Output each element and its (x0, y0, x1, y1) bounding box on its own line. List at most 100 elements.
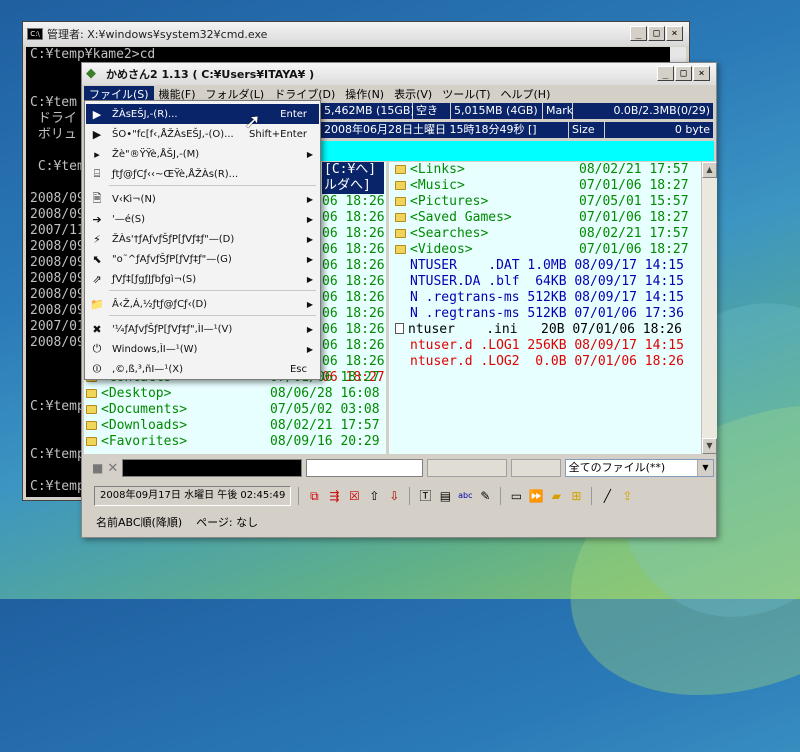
file-row[interactable]: ntuser .ini 20B 07/01/06 18:26 (395, 322, 682, 338)
mouse-cursor-icon: ➚ (244, 109, 261, 133)
move-icon[interactable]: ⇶ (326, 488, 342, 504)
minimize-button[interactable]: _ (657, 66, 674, 81)
console-line: C:¥temp (30, 399, 85, 414)
folder-icon (395, 181, 406, 190)
menu-item[interactable]: ヘルプ(H) (496, 86, 556, 103)
list-item[interactable]: 06 18:26 (322, 226, 385, 242)
folder-icon (395, 245, 406, 254)
menu-item[interactable]: ⚡ ŽÀs'†ƒAƒvƒŠƒP[ƒVƒ‡ƒ"—(D) ▶ (86, 229, 319, 249)
forward-icon[interactable]: ⏩ (528, 488, 544, 504)
menu-item[interactable]: ⏻ Windows,ÌI—¹(W) ▶ (86, 339, 319, 359)
menu-item[interactable]: ▶ ŠO•"fc[f‹‚ÅŽÀsEŠJ,-(O)... Shift+Enter (86, 124, 319, 144)
menu-item[interactable]: ⌸ ƒtƒ@ƒCƒ‹‹~ŒŸè,ÅŽÀs(R)... (86, 164, 319, 184)
file-row[interactable]: ntuser.d .LOG2 0.0B 07/01/06 18:26 (395, 354, 684, 370)
toolbar-separator (298, 487, 300, 505)
console-line: C:¥temp (30, 479, 85, 494)
file-row[interactable]: ntuser.d .LOG1 256KB 08/09/17 14:15 (395, 338, 684, 354)
list-item[interactable]: 06 18:26 (322, 210, 385, 226)
cmd-titlebar[interactable]: C:\ 管理者: X:¥windows¥system32¥cmd.exe (23, 22, 689, 46)
drive-icon[interactable]: ▭ (508, 488, 524, 504)
close-button[interactable]: × (693, 66, 710, 81)
folder-row[interactable]: <Documents> (86, 402, 187, 418)
copy-icon[interactable]: ⧉ (306, 488, 322, 504)
menu-item[interactable]: ➔ '—é(S) ▶ (86, 209, 319, 229)
list-item[interactable]: 06 18:26 (322, 306, 385, 322)
maximize-button[interactable]: □ (648, 26, 665, 41)
folder-name: <Music> (410, 178, 465, 193)
list-item[interactable]: 06 18:26 (322, 242, 385, 258)
parent-folder-link[interactable]: ルダへ] (322, 178, 384, 194)
file-row[interactable]: NTUSER .DAT 1.0MB 08/09/17 14:15 (395, 258, 684, 274)
menu-item[interactable]: ✖ '¼ƒAƒvƒŠƒP[ƒVƒ‡ƒ",ÌI—¹(V) ▶ (86, 319, 319, 339)
close-button[interactable]: × (666, 26, 683, 41)
menu-item[interactable]: 🗎 V‹Kì¬(N) ▶ (86, 189, 319, 209)
document-icon[interactable]: ▤ (437, 488, 453, 504)
file-row[interactable]: N .regtrans-ms 512KB 08/09/17 14:15 (395, 290, 684, 306)
maximize-button[interactable]: □ (675, 66, 692, 81)
delete-icon[interactable]: ☒ (346, 488, 362, 504)
cmd-window-buttons: _ □ × (630, 26, 683, 41)
file-filter-select[interactable]: 全てのファイル(**) ▼ (564, 459, 714, 477)
folder-row[interactable]: <Searches> (395, 226, 488, 242)
folder-row[interactable]: <Downloads> (86, 418, 187, 434)
file-scrollbar[interactable]: ▲ ▼ (701, 162, 717, 454)
menu-item[interactable]: 操作(N) (340, 86, 389, 103)
menu-item[interactable]: ⇗ ƒVƒ‡[ƒgƒJƒbƒgì¬(S) ▶ (86, 269, 319, 289)
menu-item[interactable]: ⬉ "o˜^ƒAƒvƒŠƒP[ƒVƒ‡ƒ"—(G) ▶ (86, 249, 319, 269)
folder-row[interactable]: <Saved Games> (395, 210, 512, 226)
menu-item[interactable]: 表示(V) (389, 86, 437, 103)
folder-icon[interactable]: ▰ (548, 488, 564, 504)
folder-row[interactable]: <Links> (395, 162, 465, 178)
timestamp-row: 2008年06月28日土曜日 15時18分49秒 [] Size 0 byte (321, 122, 714, 138)
console-line: 2007/11 (30, 223, 85, 238)
cancel-icon[interactable]: ✕ (107, 461, 118, 476)
edit-icon[interactable]: ✎ (477, 488, 493, 504)
file-row[interactable]: NTUSER.DA .blf 64KB 08/09/17 14:15 (395, 274, 684, 290)
folder-row[interactable]: <Videos> (395, 242, 473, 258)
right-file-pane[interactable]: <Links> 08/02/21 17:57 <Music> 07/01/06 18:… (389, 162, 701, 454)
file-row[interactable]: N .regtrans-ms 512KB 07/01/06 17:36 (395, 306, 684, 322)
console-line: C:¥temp¥kame2>cd (30, 47, 156, 62)
progress-box (427, 459, 507, 477)
menu-item[interactable]: ▶ ŽÀsEŠJ,-(R)... Enter (86, 104, 319, 124)
list-item[interactable]: 06 18:26 (322, 194, 385, 210)
list-item[interactable]: 06 18:26 (322, 338, 385, 354)
power-icon: ⏼ (92, 362, 102, 375)
list-item[interactable]: 06 18:26 (322, 290, 385, 306)
download-icon[interactable]: ⇩ (386, 488, 402, 504)
chevron-down-icon[interactable]: ▼ (697, 460, 713, 476)
folder-row[interactable]: <Music> (395, 178, 465, 194)
parent-root-link[interactable]: [C:¥へ] (322, 162, 384, 178)
folder-row[interactable]: <Pictures> (395, 194, 488, 210)
spellcheck-icon[interactable]: abc (457, 488, 473, 504)
folder-name: <Downloads> (101, 418, 188, 433)
menu-item[interactable]: ツール(T) (437, 86, 495, 103)
folder-icon (86, 437, 97, 446)
minimize-button[interactable]: _ (630, 26, 647, 41)
kame-titlebar[interactable]: ◆ かめさん2 1.13 ( C:¥Users¥ITAYA¥ ) (82, 63, 716, 85)
command-input[interactable] (305, 459, 424, 477)
menu-item[interactable]: 📁 Â‹Ž,Á,½ƒtƒ@ƒCƒ‹(D) ▶ (86, 294, 319, 314)
scroll-down-button[interactable]: ▼ (702, 438, 717, 454)
list-item[interactable]: 06 18:26 (322, 258, 385, 274)
history-icon: ⌸ (93, 167, 101, 180)
file-entry: NTUSER.DA .blf 64KB 08/09/17 14:15 (410, 274, 684, 289)
folder-date: 08/06/28 16:08 (270, 386, 380, 401)
text-icon[interactable]: 🅃 (417, 488, 433, 504)
tree-icon[interactable]: ⊞ (568, 488, 584, 504)
upload-icon[interactable]: ⇧ (366, 488, 382, 504)
shortcut-icon: ⇗ (92, 272, 102, 286)
scroll-up-button[interactable]: ▲ (702, 162, 717, 178)
stop-icon[interactable]: ■ (92, 461, 103, 475)
list-item[interactable]: 06 18:26 (322, 322, 385, 338)
list-item[interactable]: 06 18:26 (322, 274, 385, 290)
menu-item[interactable]: ▸ Žè"®ŸŸè,ÅŠJ,-(M) ▶ (86, 144, 319, 164)
list-item[interactable]: 06 18:26 (322, 354, 385, 370)
toolbar-separator (500, 487, 502, 505)
file-entry: N .regtrans-ms 512KB 08/09/17 14:15 (410, 290, 684, 305)
folder-row[interactable]: <Desktop> (86, 386, 171, 402)
folder-up-icon[interactable]: ⇪ (619, 488, 635, 504)
line-icon[interactable]: ╱ (599, 488, 615, 504)
menu-item[interactable]: ⏼ ,©,ß,³,ñI—¹(X) Esc (86, 359, 319, 379)
folder-row[interactable]: <Favorites> (86, 434, 187, 450)
